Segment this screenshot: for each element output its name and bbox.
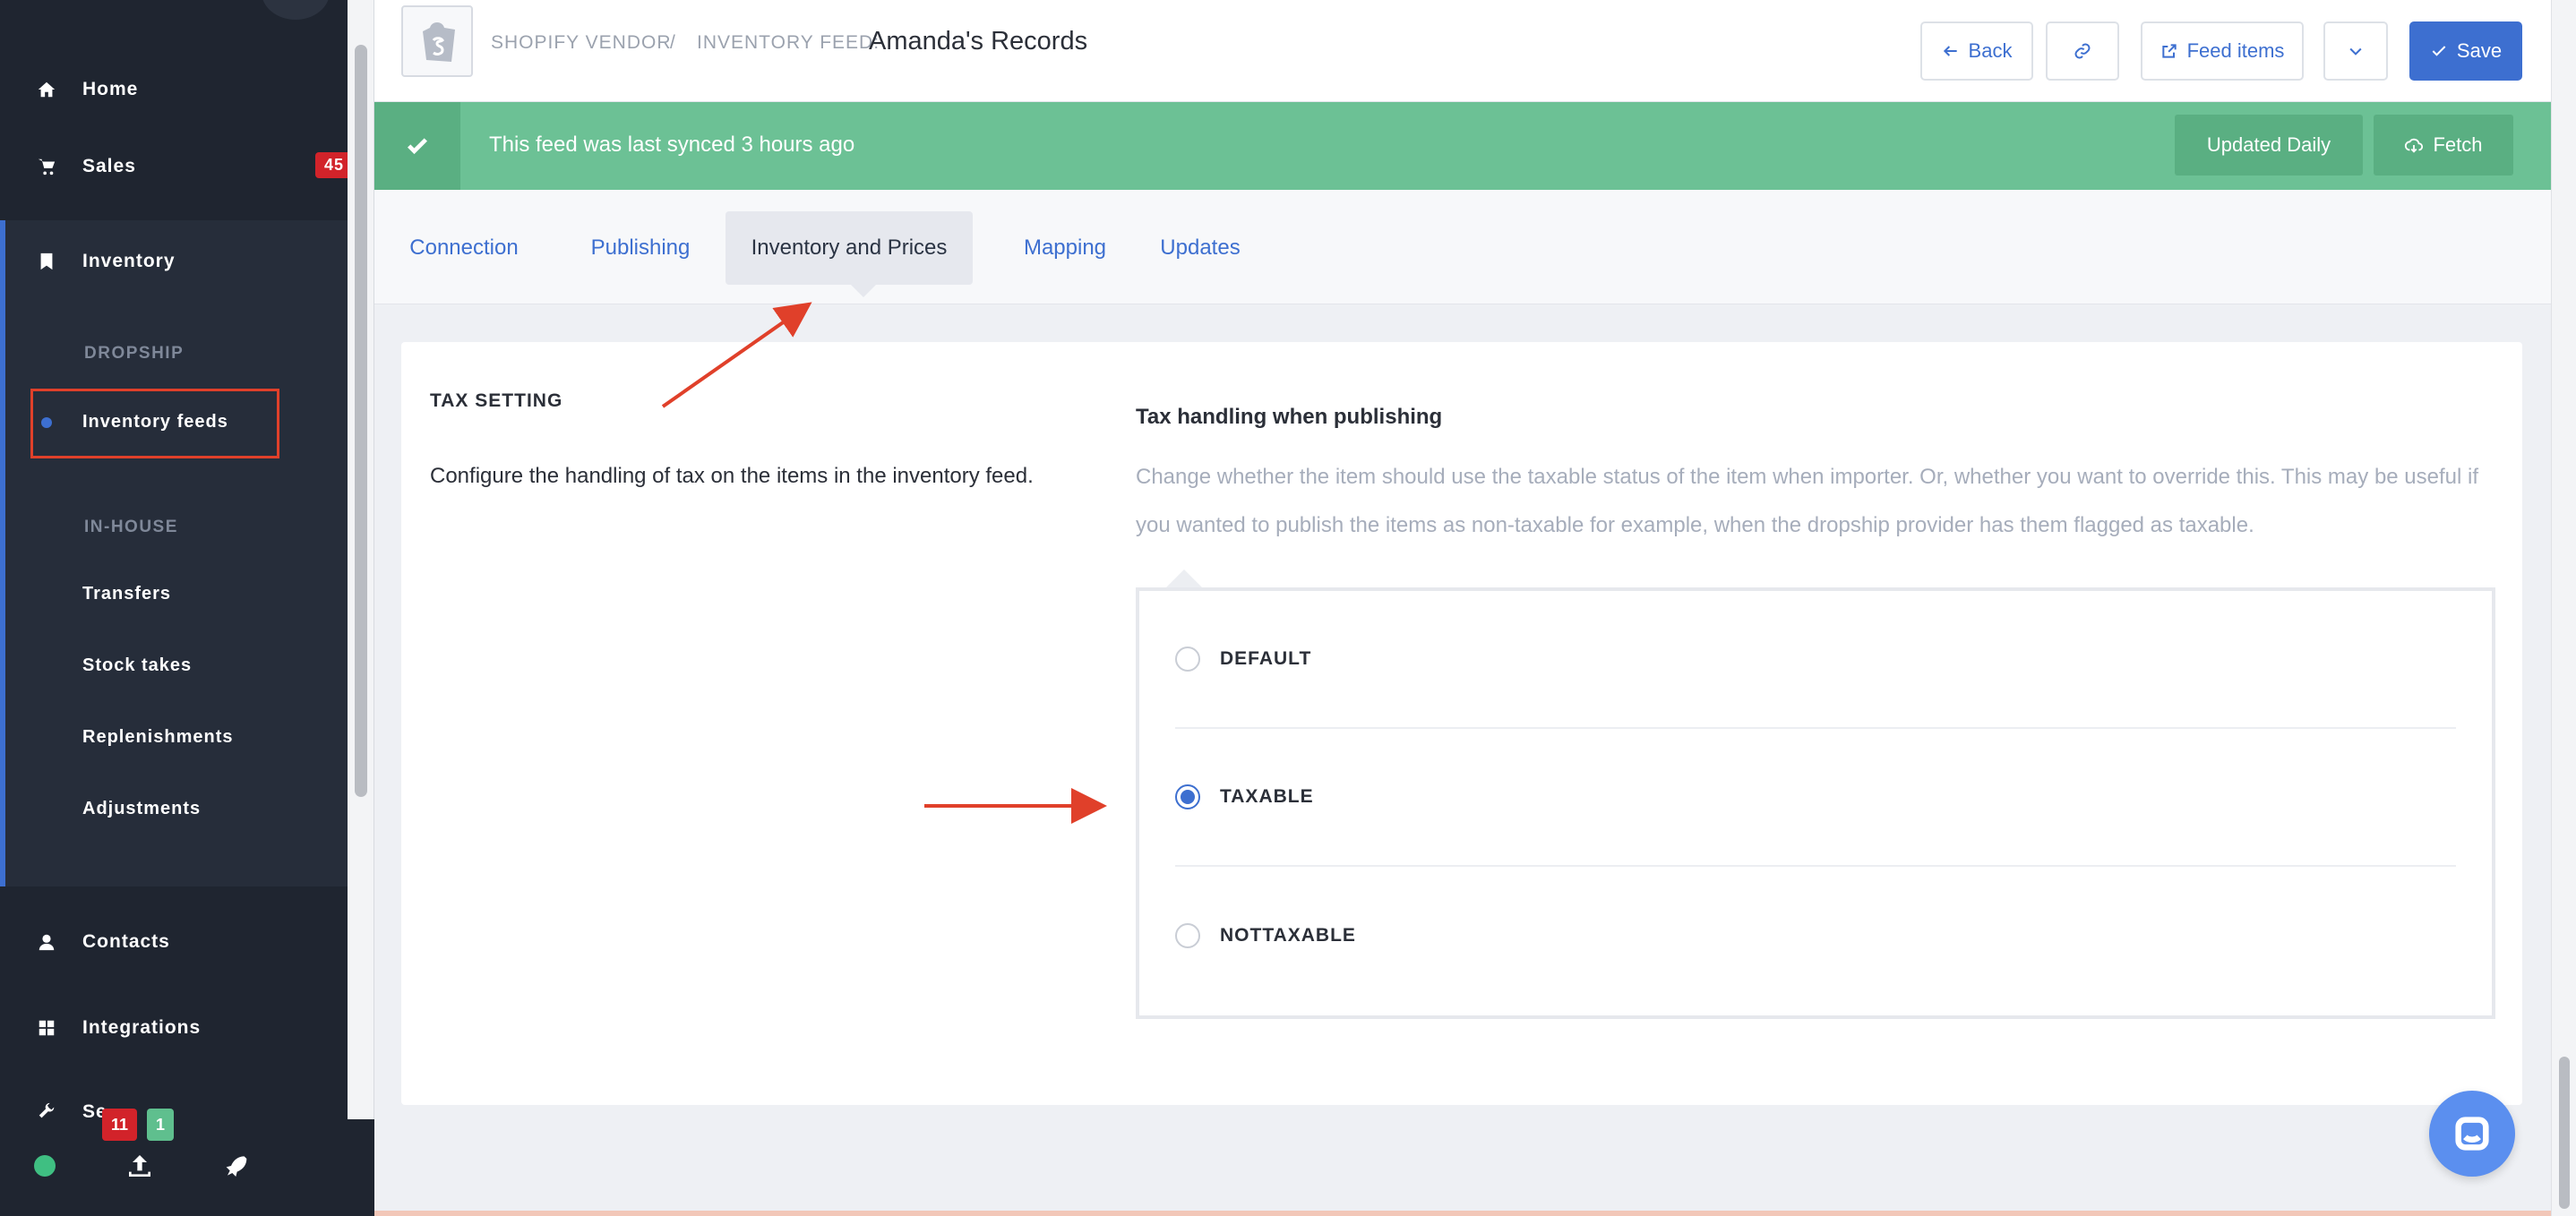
tax-option-group: DEFAULT TAXABLE NOTTAXABLE [1136, 587, 2495, 1019]
inhouse-heading: IN-HOUSE [84, 518, 178, 536]
radio-nottaxable[interactable] [1175, 923, 1200, 948]
sidebar-item-stock-takes[interactable]: Stock takes [82, 655, 192, 676]
sidebar-item-integrations[interactable]: Integrations [0, 992, 348, 1064]
page-scrollbar[interactable] [2551, 0, 2576, 1216]
sidebar-item-label: Sales [82, 156, 136, 176]
sidebar-item-inventory[interactable]: Inventory [0, 226, 348, 297]
tax-option-default[interactable]: DEFAULT [1175, 591, 2456, 729]
tab-updates[interactable]: Updates [1138, 211, 1263, 285]
upload-icon[interactable] [125, 1152, 154, 1180]
shopify-logo [401, 5, 473, 77]
tax-option-taxable[interactable]: TAXABLE [1175, 729, 2456, 867]
cart-icon [0, 157, 82, 176]
grid-icon [0, 1018, 82, 1038]
bookmark-icon [0, 252, 82, 271]
external-link-icon [2161, 44, 2177, 58]
notification-badge-green[interactable]: 1 [147, 1109, 175, 1141]
feed-items-label: Feed items [2186, 39, 2285, 62]
tab-publishing[interactable]: Publishing [582, 211, 699, 285]
back-button-label: Back [1968, 39, 2013, 62]
link-button[interactable] [2046, 21, 2119, 81]
breadcrumb-vendor[interactable]: SHOPIFY VENDOR [491, 32, 671, 54]
notification-badge-red[interactable]: 11 [102, 1109, 138, 1141]
sidebar-scroll-thumb[interactable] [355, 45, 367, 797]
sidebar-item-inventory-feeds[interactable]: Inventory feeds [82, 412, 228, 432]
update-frequency-button[interactable]: Updated Daily [2175, 115, 2363, 176]
more-dropdown-button[interactable] [2323, 21, 2388, 81]
arrow-left-icon [1943, 46, 1957, 56]
sidebar-top-avatar[interactable] [262, 0, 330, 20]
chevron-down-icon [2349, 47, 2362, 56]
sidebar-item-label: Inventory [82, 251, 176, 271]
link-icon [2074, 43, 2091, 59]
breadcrumb-separator: / [670, 32, 676, 53]
page-scroll-thumb[interactable] [2559, 1057, 2570, 1209]
sidebar-item-label: Home [82, 79, 139, 99]
tax-setting-title: TAX SETTING [430, 390, 563, 411]
rocket-icon[interactable] [220, 1152, 249, 1180]
option-label: TAXABLE [1220, 786, 1314, 807]
status-dot[interactable] [34, 1155, 56, 1177]
back-button[interactable]: Back [1920, 21, 2033, 81]
tab-mapping[interactable]: Mapping [996, 211, 1134, 285]
tax-setting-description: Configure the handling of tax on the ite… [430, 464, 1034, 488]
cloud-download-icon [2405, 138, 2424, 153]
page-header: SHOPIFY VENDOR / INVENTORY FEED: Amanda'… [374, 0, 2551, 102]
tax-handling-description: Change whether the item should use the t… [1136, 465, 2479, 537]
tax-option-nottaxable[interactable]: NOTTAXABLE [1175, 867, 2456, 1005]
sidebar-item-label: Integrations [82, 1017, 202, 1038]
fetch-button[interactable]: Fetch [2374, 115, 2513, 176]
sync-status-bar: This feed was last synced 3 hours ago Up… [374, 102, 2551, 190]
check-icon [374, 102, 460, 190]
page-title: Amanda's Records [869, 27, 1088, 56]
tab-connection[interactable]: Connection [401, 211, 527, 285]
sales-count-badge: 45 [314, 152, 348, 178]
feed-items-button[interactable]: Feed items [2141, 21, 2304, 81]
active-indicator-dot [41, 417, 52, 428]
active-tab-caret [851, 285, 876, 297]
chat-widget-button[interactable] [2429, 1091, 2515, 1177]
tab-bar: Connection Publishing Inventory and Pric… [374, 190, 2551, 304]
sidebar-item-contacts[interactable]: Contacts [0, 906, 348, 978]
sidebar-item-transfers[interactable]: Transfers [82, 584, 171, 604]
sidebar-scrollbar[interactable] [348, 0, 374, 1119]
user-icon [0, 932, 82, 952]
bottom-edge-strip [374, 1211, 2551, 1216]
sync-message: This feed was last synced 3 hours ago [489, 133, 855, 157]
save-button[interactable]: Save [2409, 21, 2522, 81]
tax-handling-title: Tax handling when publishing [1136, 405, 1443, 429]
tab-inventory-and-prices[interactable]: Inventory and Prices [726, 211, 973, 285]
sidebar: Home Sales 45 Inventory DROPSHIP Invento… [0, 0, 348, 1122]
chat-icon [2455, 1117, 2489, 1151]
fetch-label: Fetch [2433, 133, 2483, 156]
breadcrumb-feed-prefix: INVENTORY FEED: [697, 32, 880, 53]
sidebar-footer [0, 1119, 374, 1216]
option-label: DEFAULT [1220, 648, 1312, 669]
home-icon [0, 80, 82, 99]
option-label: NOTTAXABLE [1220, 925, 1356, 946]
dropship-heading: DROPSHIP [84, 344, 185, 363]
inventory-section [0, 220, 348, 886]
update-frequency-label: Updated Daily [2206, 133, 2331, 156]
sidebar-item-replenishments[interactable]: Replenishments [82, 727, 233, 748]
save-button-label: Save [2456, 39, 2503, 62]
sidebar-item-label: Contacts [82, 931, 170, 952]
radio-default[interactable] [1175, 647, 1200, 672]
radio-taxable[interactable] [1175, 784, 1200, 809]
sidebar-item-sales[interactable]: Sales 45 [0, 131, 348, 202]
sidebar-item-home[interactable]: Home [0, 54, 348, 125]
check-icon [2432, 46, 2446, 56]
sidebar-item-adjustments[interactable]: Adjustments [82, 799, 201, 819]
options-caret [1164, 569, 1204, 589]
